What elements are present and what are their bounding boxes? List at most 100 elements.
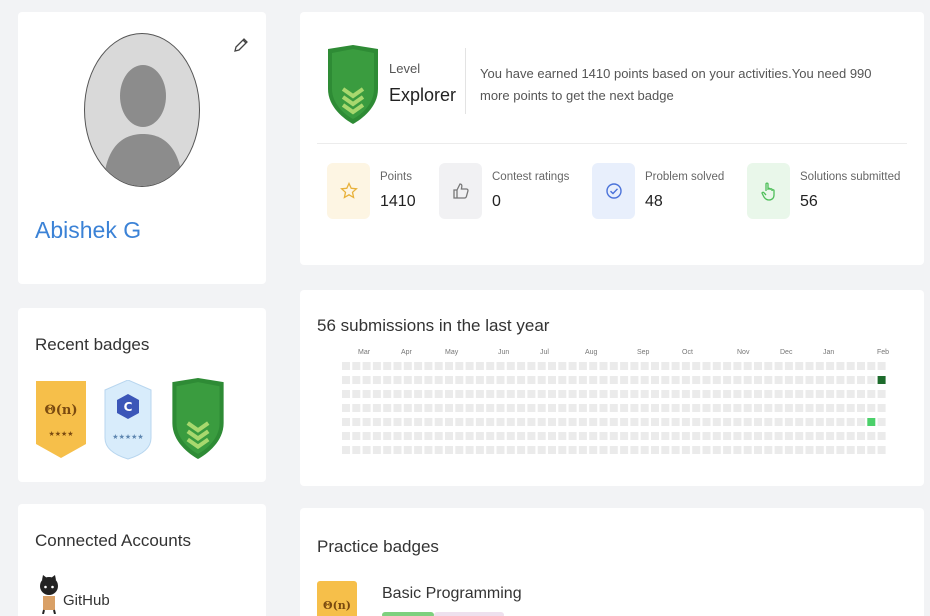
heatmap-cell[interactable] xyxy=(506,362,515,370)
heatmap-cell[interactable] xyxy=(826,446,835,454)
heatmap-cell[interactable] xyxy=(537,362,546,370)
heatmap-cell[interactable] xyxy=(537,432,546,440)
heatmap-cell[interactable] xyxy=(743,404,752,412)
heatmap-cell[interactable] xyxy=(640,376,649,384)
heatmap-cell[interactable] xyxy=(681,446,690,454)
heatmap-cell[interactable] xyxy=(506,390,515,398)
heatmap-cell[interactable] xyxy=(527,404,536,412)
heatmap-cell[interactable] xyxy=(342,404,350,412)
heatmap-cell[interactable] xyxy=(784,446,793,454)
heatmap-cell-active[interactable] xyxy=(867,418,876,426)
heatmap-cell[interactable] xyxy=(475,432,484,440)
heatmap-cell[interactable] xyxy=(599,404,608,412)
heatmap-cell[interactable] xyxy=(764,376,773,384)
heatmap-cell[interactable] xyxy=(836,376,845,384)
heatmap-cell[interactable] xyxy=(517,432,526,440)
heatmap-cell[interactable] xyxy=(784,404,793,412)
heatmap-cell[interactable] xyxy=(342,446,350,454)
heatmap-cell[interactable] xyxy=(527,390,536,398)
heatmap-cell[interactable] xyxy=(692,390,701,398)
heatmap-cell[interactable] xyxy=(795,432,804,440)
heatmap-cell[interactable] xyxy=(455,418,464,426)
heatmap-cell[interactable] xyxy=(867,390,876,398)
heatmap-cell[interactable] xyxy=(434,432,443,440)
heatmap-cell[interactable] xyxy=(496,432,505,440)
heatmap-cell[interactable] xyxy=(527,362,536,370)
heatmap-cell[interactable] xyxy=(754,418,762,426)
heatmap-cell[interactable] xyxy=(537,418,546,426)
heatmap-cell[interactable] xyxy=(867,376,876,384)
heatmap-cell[interactable] xyxy=(558,376,567,384)
heatmap-cell[interactable] xyxy=(475,404,484,412)
heatmap-cell[interactable] xyxy=(877,446,886,454)
heatmap-cell[interactable] xyxy=(599,362,608,370)
heatmap-cell[interactable] xyxy=(743,390,752,398)
heatmap-cell[interactable] xyxy=(599,390,608,398)
heatmap-cell[interactable] xyxy=(754,404,762,412)
heatmap-cell[interactable] xyxy=(857,362,865,370)
heatmap-cell[interactable] xyxy=(548,418,556,426)
heatmap-cell[interactable] xyxy=(352,446,361,454)
heatmap-cell[interactable] xyxy=(857,432,865,440)
heatmap-cell[interactable] xyxy=(661,446,670,454)
heatmap-cell[interactable] xyxy=(857,390,865,398)
heatmap-cell[interactable] xyxy=(609,418,618,426)
heatmap-cell[interactable] xyxy=(455,432,464,440)
heatmap-cell[interactable] xyxy=(836,404,845,412)
heatmap-cell[interactable] xyxy=(815,362,824,370)
heatmap-cell[interactable] xyxy=(877,418,886,426)
heatmap-cell[interactable] xyxy=(620,446,629,454)
heatmap-cell[interactable] xyxy=(548,432,556,440)
heatmap-cell[interactable] xyxy=(640,390,649,398)
heatmap-cell[interactable] xyxy=(692,404,701,412)
heatmap-cell[interactable] xyxy=(640,432,649,440)
heatmap-cell[interactable] xyxy=(836,362,845,370)
heatmap-cell[interactable] xyxy=(692,362,701,370)
heatmap-cell[interactable] xyxy=(558,362,567,370)
heatmap-cell[interactable] xyxy=(846,418,855,426)
heatmap-cell[interactable] xyxy=(383,418,392,426)
heatmap-cell[interactable] xyxy=(403,432,412,440)
heatmap-cell[interactable] xyxy=(414,418,423,426)
heatmap-cell[interactable] xyxy=(681,390,690,398)
heatmap-cell[interactable] xyxy=(424,418,433,426)
heatmap-cell[interactable] xyxy=(877,362,886,370)
heatmap-cell[interactable] xyxy=(599,432,608,440)
heatmap-cell[interactable] xyxy=(702,418,711,426)
heatmap-cell[interactable] xyxy=(826,432,835,440)
heatmap-cell[interactable] xyxy=(424,432,433,440)
heatmap-cell[interactable] xyxy=(403,362,412,370)
heatmap-cell[interactable] xyxy=(774,362,783,370)
heatmap-cell[interactable] xyxy=(723,404,732,412)
heatmap-cell[interactable] xyxy=(537,376,546,384)
heatmap-cell[interactable] xyxy=(496,418,505,426)
heatmap-cell[interactable] xyxy=(764,390,773,398)
heatmap-cell[interactable] xyxy=(846,432,855,440)
heatmap-cell[interactable] xyxy=(352,404,361,412)
heatmap-cell[interactable] xyxy=(506,404,515,412)
heatmap-cell[interactable] xyxy=(372,404,381,412)
heatmap-cell[interactable] xyxy=(681,418,690,426)
heatmap-cell[interactable] xyxy=(424,390,433,398)
heatmap-cell[interactable] xyxy=(877,390,886,398)
heatmap-cell[interactable] xyxy=(414,446,423,454)
heatmap-cell[interactable] xyxy=(506,418,515,426)
heatmap-cell[interactable] xyxy=(661,404,670,412)
heatmap-cell[interactable] xyxy=(620,390,629,398)
heatmap-cell[interactable] xyxy=(661,432,670,440)
heatmap-cell[interactable] xyxy=(548,404,556,412)
heatmap-cell[interactable] xyxy=(589,418,598,426)
heatmap-cell[interactable] xyxy=(620,376,629,384)
heatmap-cell[interactable] xyxy=(764,446,773,454)
heatmap-cell[interactable] xyxy=(383,390,392,398)
heatmap-cell[interactable] xyxy=(857,404,865,412)
heatmap-cell[interactable] xyxy=(352,390,361,398)
heatmap-cell[interactable] xyxy=(445,362,453,370)
heatmap-cell[interactable] xyxy=(609,362,618,370)
heatmap-cell[interactable] xyxy=(486,404,495,412)
heatmap-cell[interactable] xyxy=(352,418,361,426)
heatmap-cell[interactable] xyxy=(362,404,371,412)
heatmap-cell[interactable] xyxy=(609,390,618,398)
heatmap-cell[interactable] xyxy=(403,404,412,412)
heatmap-cell[interactable] xyxy=(723,362,732,370)
